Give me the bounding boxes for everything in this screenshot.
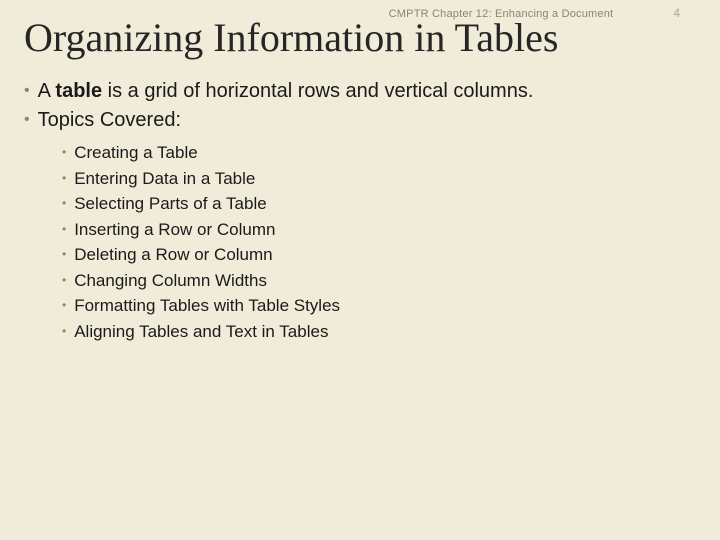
- bullet-icon: •: [62, 242, 66, 267]
- list-item: • Entering Data in a Table: [62, 166, 696, 192]
- list-item: • Creating a Table: [62, 140, 696, 166]
- topic-text: Aligning Tables and Text in Tables: [74, 319, 328, 345]
- definition-text: A table is a grid of horizontal rows and…: [38, 78, 534, 105]
- bullet-topics: • Topics Covered:: [24, 107, 696, 134]
- slide-content: • A table is a grid of horizontal rows a…: [24, 78, 696, 344]
- list-item: • Aligning Tables and Text in Tables: [62, 319, 696, 345]
- topic-text: Inserting a Row or Column: [74, 217, 275, 243]
- bullet-icon: •: [62, 319, 66, 344]
- slide-title: Organizing Information in Tables: [24, 14, 559, 61]
- list-item: • Changing Column Widths: [62, 268, 696, 294]
- definition-term: table: [55, 80, 102, 102]
- topic-text: Changing Column Widths: [74, 268, 267, 294]
- bullet-icon: •: [62, 140, 66, 165]
- definition-prefix: A: [38, 80, 56, 102]
- bullet-icon: •: [62, 293, 66, 318]
- bullet-icon: •: [62, 268, 66, 293]
- bullet-icon: •: [24, 78, 30, 104]
- bullet-icon: •: [62, 166, 66, 191]
- definition-suffix: is a grid of horizontal rows and vertica…: [102, 80, 533, 102]
- bullet-icon: •: [24, 107, 30, 133]
- list-item: • Formatting Tables with Table Styles: [62, 293, 696, 319]
- bullet-definition: • A table is a grid of horizontal rows a…: [24, 78, 696, 105]
- list-item: • Selecting Parts of a Table: [62, 191, 696, 217]
- page-number: 4: [673, 6, 680, 20]
- bullet-icon: •: [62, 191, 66, 216]
- bullet-icon: •: [62, 217, 66, 242]
- topic-text: Selecting Parts of a Table: [74, 191, 266, 217]
- topic-text: Formatting Tables with Table Styles: [74, 293, 340, 319]
- topic-text: Creating a Table: [74, 140, 198, 166]
- topics-list: • Creating a Table • Entering Data in a …: [62, 140, 696, 344]
- topic-text: Entering Data in a Table: [74, 166, 255, 192]
- list-item: • Deleting a Row or Column: [62, 242, 696, 268]
- list-item: • Inserting a Row or Column: [62, 217, 696, 243]
- topics-label: Topics Covered:: [38, 107, 181, 134]
- topic-text: Deleting a Row or Column: [74, 242, 272, 268]
